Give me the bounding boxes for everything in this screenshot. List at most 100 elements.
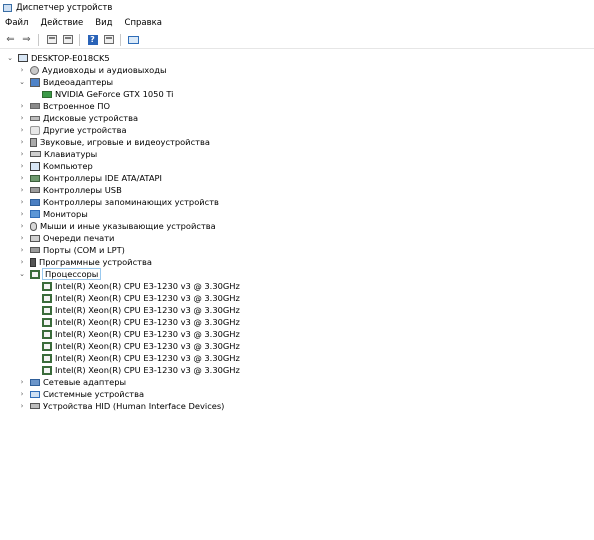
expand-icon[interactable]: › — [18, 172, 26, 184]
expand-icon[interactable]: › — [18, 184, 26, 196]
unknown-device-icon — [30, 125, 40, 135]
processor-icon — [30, 269, 40, 279]
monitor-icon — [30, 210, 40, 218]
mouse-icon — [30, 221, 37, 231]
storage-controller-icon — [30, 198, 40, 206]
category-monitors[interactable]: › Мониторы — [18, 208, 88, 220]
ide-controller-icon — [30, 174, 40, 182]
forward-arrow-icon[interactable]: ⇒ — [20, 33, 33, 46]
category-network-adapters[interactable]: › Сетевые адаптеры — [18, 376, 127, 388]
processor-item[interactable]: Intel(R) Xeon(R) CPU E3-1230 v3 @ 3.30GH… — [30, 364, 240, 376]
sound-device-icon — [30, 137, 37, 147]
device-gpu[interactable]: NVIDIA GeForce GTX 1050 Ti — [30, 88, 174, 100]
port-icon — [30, 247, 40, 253]
category-other-devices[interactable]: › Другие устройства — [18, 124, 127, 136]
computer-icon — [30, 161, 40, 171]
menu-action[interactable]: Действие — [34, 18, 89, 28]
properties-sheet-button[interactable] — [102, 33, 115, 46]
category-print-queues[interactable]: › Очереди печати — [18, 232, 115, 244]
expand-icon[interactable]: › — [18, 196, 26, 208]
printer-icon — [30, 234, 40, 242]
menu-file[interactable]: Файл — [0, 18, 34, 28]
device-manager-icon — [3, 3, 12, 12]
category-sound-devices[interactable]: › Звуковые, игровые и видеоустройства — [18, 136, 210, 148]
category-usb-controllers[interactable]: › Контроллеры USB — [18, 184, 122, 196]
processor-icon — [42, 341, 52, 351]
usb-icon — [30, 187, 40, 193]
category-firmware[interactable]: › Встроенное ПО — [18, 100, 110, 112]
speaker-icon — [30, 65, 39, 75]
processor-item[interactable]: Intel(R) Xeon(R) CPU E3-1230 v3 @ 3.30GH… — [30, 304, 240, 316]
category-computer[interactable]: › Компьютер — [18, 160, 93, 172]
network-adapter-icon — [30, 378, 40, 386]
properties-button[interactable] — [45, 33, 58, 46]
menu-view[interactable]: Вид — [89, 18, 118, 28]
toolbar-separator — [38, 33, 39, 46]
category-audio-io[interactable]: › Аудиовходы и аудиовыходы — [18, 64, 167, 76]
category-hid-devices[interactable]: › Устройства HID (Human Interface Device… — [18, 400, 225, 412]
collapse-icon[interactable]: ⌄ — [6, 52, 14, 64]
expand-icon[interactable]: › — [18, 244, 26, 256]
processor-item[interactable]: Intel(R) Xeon(R) CPU E3-1230 v3 @ 3.30GH… — [30, 316, 240, 328]
processor-icon — [42, 317, 52, 327]
update-driver-icon — [62, 35, 73, 44]
expand-icon[interactable]: › — [18, 112, 26, 124]
processor-icon — [42, 281, 52, 291]
expand-icon[interactable]: › — [18, 232, 26, 244]
category-processors[interactable]: ⌄ Процессоры — [18, 268, 102, 280]
processor-icon — [42, 329, 52, 339]
video-card-icon — [42, 90, 52, 98]
collapse-icon[interactable]: ⌄ — [18, 76, 26, 88]
category-disk-drives[interactable]: › Дисковые устройства — [18, 112, 139, 124]
expand-icon[interactable]: › — [18, 376, 26, 388]
expand-icon[interactable]: › — [18, 160, 26, 172]
category-ide-controllers[interactable]: › Контроллеры IDE ATA/ATAPI — [18, 172, 162, 184]
update-driver-button[interactable] — [61, 33, 74, 46]
expand-icon[interactable]: › — [18, 256, 26, 268]
disk-drive-icon — [30, 115, 40, 121]
toolbar-separator — [120, 33, 121, 46]
category-storage-controllers[interactable]: › Контроллеры запоминающих устройств — [18, 196, 219, 208]
help-button[interactable]: ? — [86, 33, 99, 46]
menu-bar: Файл Действие Вид Справка — [0, 15, 594, 30]
back-arrow-icon[interactable]: ⇐ — [4, 33, 17, 46]
expand-icon[interactable]: › — [18, 388, 26, 400]
processor-item[interactable]: Intel(R) Xeon(R) CPU E3-1230 v3 @ 3.30GH… — [30, 340, 240, 352]
processor-item[interactable]: Intel(R) Xeon(R) CPU E3-1230 v3 @ 3.30GH… — [30, 352, 240, 364]
expand-icon[interactable]: › — [18, 136, 26, 148]
monitor-icon — [128, 35, 139, 44]
processor-icon — [42, 293, 52, 303]
processor-icon — [42, 353, 52, 363]
scan-hardware-button[interactable] — [127, 33, 140, 46]
hid-device-icon — [30, 403, 40, 409]
category-ports[interactable]: › Порты (COM и LPT) — [18, 244, 125, 256]
selected-category-label: Процессоры — [41, 268, 102, 280]
tree-root[interactable]: ⌄ DESKTOP-E018CK5 — [6, 52, 110, 64]
help-icon: ? — [87, 34, 98, 45]
processor-icon — [42, 365, 52, 375]
expand-icon[interactable]: › — [18, 220, 26, 232]
expand-icon[interactable]: › — [18, 124, 26, 136]
device-tree: ⌄ DESKTOP-E018CK5 › Аудиовходы и аудиовы… — [0, 50, 594, 540]
expand-icon[interactable]: › — [18, 64, 26, 76]
category-video-adapters[interactable]: ⌄ Видеоадаптеры — [18, 76, 113, 88]
category-software-devices[interactable]: › Программные устройства — [18, 256, 152, 268]
properties-icon — [46, 35, 57, 44]
processor-item[interactable]: Intel(R) Xeon(R) CPU E3-1230 v3 @ 3.30GH… — [30, 328, 240, 340]
property-sheet-icon — [103, 35, 114, 44]
category-keyboards[interactable]: › Клавиатуры — [18, 148, 98, 160]
expand-icon[interactable]: › — [18, 400, 26, 412]
category-system-devices[interactable]: › Системные устройства — [18, 388, 144, 400]
menu-help[interactable]: Справка — [119, 18, 168, 28]
expand-icon[interactable]: › — [18, 148, 26, 160]
computer-icon — [18, 54, 28, 62]
expand-icon[interactable]: › — [18, 208, 26, 220]
processor-item[interactable]: Intel(R) Xeon(R) CPU E3-1230 v3 @ 3.30GH… — [30, 280, 240, 292]
firmware-icon — [30, 103, 40, 109]
collapse-icon[interactable]: ⌄ — [18, 268, 26, 280]
software-device-icon — [30, 257, 36, 267]
processor-item[interactable]: Intel(R) Xeon(R) CPU E3-1230 v3 @ 3.30GH… — [30, 292, 240, 304]
category-mice[interactable]: › Мыши и иные указывающие устройства — [18, 220, 216, 232]
expand-icon[interactable]: › — [18, 100, 26, 112]
title-bar: Диспетчер устройств — [0, 0, 594, 15]
